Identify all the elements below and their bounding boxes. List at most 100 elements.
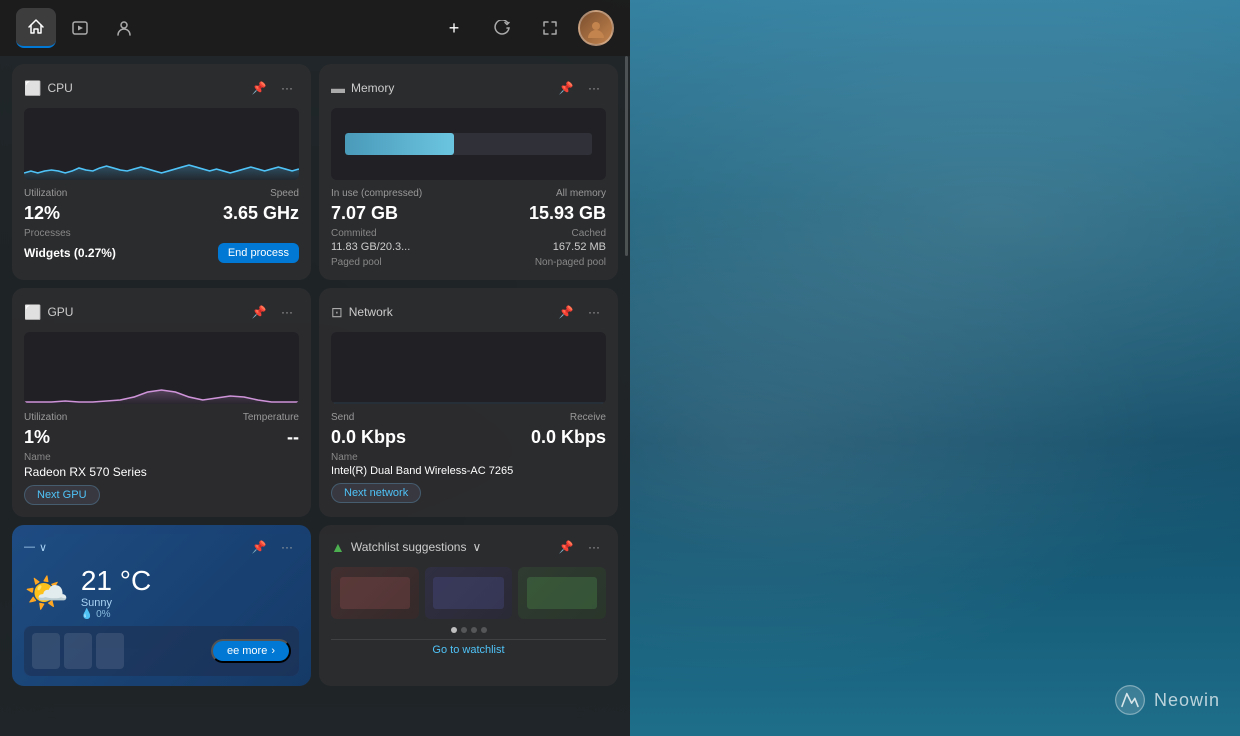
memory-pin-button[interactable]: 📌 <box>554 76 578 100</box>
memory-widget-header: ▬ Memory 📌 ··· <box>331 76 606 100</box>
forecast-item <box>32 633 60 669</box>
network-values-row: 0.0 Kbps 0.0 Kbps <box>331 427 606 448</box>
weather-more-button[interactable]: ··· <box>275 535 299 559</box>
next-network-button[interactable]: Next network <box>331 483 421 503</box>
memory-allmem-value: 15.93 GB <box>529 203 606 224</box>
forecast-item <box>64 633 92 669</box>
weather-header: — ∨ 📌 ··· <box>24 535 299 559</box>
neowin-logo-icon <box>1114 684 1146 716</box>
network-stats-labels: Send Receive <box>331 412 606 423</box>
stock-chart-2 <box>433 577 503 608</box>
weather-location-text: — <box>24 541 35 553</box>
memory-inuse-value: 7.07 GB <box>331 203 398 224</box>
stock-item-1[interactable] <box>331 567 419 619</box>
memory-icon: ▬ <box>331 80 345 96</box>
network-widget-actions: 📌 ··· <box>554 300 606 324</box>
memory-allmem-label: All memory <box>556 188 606 199</box>
neowin-text: Neowin <box>1154 690 1220 711</box>
nav-media-button[interactable] <box>60 8 100 48</box>
cpu-values-row: 12% 3.65 GHz <box>24 203 299 224</box>
nav-left <box>16 8 144 48</box>
memory-bar-fill <box>345 133 454 155</box>
memory-nonpaged-label: Non-paged pool <box>535 257 606 268</box>
forecast-item <box>96 633 124 669</box>
weather-precip-icon: 💧 <box>81 609 93 620</box>
cpu-title: CPU <box>47 81 72 95</box>
watchlist-chevron[interactable]: ∨ <box>472 540 481 554</box>
end-process-button[interactable]: End process <box>218 243 299 263</box>
weather-condition: Sunny <box>81 597 151 609</box>
neowin-watermark: Neowin <box>1114 684 1220 716</box>
pagination-dot-3[interactable] <box>471 627 477 633</box>
cpu-chart-svg <box>24 108 299 180</box>
pagination-dot-1[interactable] <box>451 627 457 633</box>
add-icon: + <box>449 18 460 39</box>
gpu-more-button[interactable]: ··· <box>275 300 299 324</box>
watchlist-icon: ▲ <box>331 539 345 555</box>
weather-main: 🌤️ 21 °C Sunny 💧 0% <box>24 565 299 620</box>
memory-title: Memory <box>351 81 394 95</box>
cpu-more-button[interactable]: ··· <box>275 76 299 100</box>
network-name-value: Intel(R) Dual Band Wireless-AC 7265 <box>331 465 606 477</box>
see-more-label: ee more <box>227 645 267 657</box>
watchlist-pin-button[interactable]: 📌 <box>554 535 578 559</box>
network-widget: ⊡ Network 📌 ··· Send Receive 0.0 Kbps <box>319 288 618 517</box>
cpu-processes-row: Processes <box>24 228 299 239</box>
gpu-pin-button[interactable]: 📌 <box>247 300 271 324</box>
refresh-button[interactable] <box>482 8 522 48</box>
watchlist-title-row: ▲ Watchlist suggestions ∨ <box>331 539 481 555</box>
weather-footer: ee more › <box>24 626 299 676</box>
expand-icon <box>542 20 558 36</box>
widgets-grid: ⬜ CPU 📌 ··· <box>0 56 630 736</box>
watchlist-more-button[interactable]: ··· <box>582 535 606 559</box>
cpu-chart <box>24 108 299 180</box>
gpu-temp-value: -- <box>287 427 299 448</box>
widgets-panel: + <box>0 0 630 736</box>
memory-bar-bg <box>345 133 593 155</box>
avatar-image <box>584 16 608 40</box>
weather-location: — ∨ <box>24 541 47 554</box>
memory-title-row: ▬ Memory <box>331 80 394 96</box>
memory-cached-label: Cached <box>572 228 606 239</box>
network-name-row: Name Intel(R) Dual Band Wireless-AC 7265 <box>331 452 606 477</box>
add-widget-button[interactable]: + <box>434 8 474 48</box>
watchlist-widget: ▲ Watchlist suggestions ∨ 📌 ··· <box>319 525 618 686</box>
gpu-stats-labels: Utilization Temperature <box>24 412 299 423</box>
person-icon <box>115 19 133 37</box>
memory-committed-values: 11.83 GB/20.3... 167.52 MB <box>331 241 606 253</box>
watchlist-title: Watchlist suggestions <box>351 540 467 554</box>
expand-button[interactable] <box>530 8 570 48</box>
cpu-processes-label: Processes <box>24 228 71 239</box>
pagination-dot-4[interactable] <box>481 627 487 633</box>
memory-committed-value: 11.83 GB/20.3... <box>331 241 410 253</box>
network-chart-svg <box>331 332 606 404</box>
watchlist-stocks <box>331 567 606 619</box>
memory-committed-row: Commited Cached <box>331 228 606 239</box>
weather-icon: 🌤️ <box>24 572 69 614</box>
weather-pin-button[interactable]: 📌 <box>247 535 271 559</box>
avatar[interactable] <box>578 10 614 46</box>
stock-item-2[interactable] <box>425 567 513 619</box>
cpu-stats-row: Utilization Speed <box>24 188 299 199</box>
memory-more-button[interactable]: ··· <box>582 76 606 100</box>
pagination-dot-2[interactable] <box>461 627 467 633</box>
see-more-button[interactable]: ee more › <box>211 639 291 663</box>
stock-chart-1 <box>340 577 410 608</box>
nav-person-button[interactable] <box>104 8 144 48</box>
go-to-watchlist-button[interactable]: Go to watchlist <box>331 639 606 660</box>
home-icon <box>27 18 45 36</box>
cpu-speed-label: Speed <box>270 188 299 199</box>
cpu-widget-header: ⬜ CPU 📌 ··· <box>24 76 299 100</box>
nav-home-button[interactable] <box>16 8 56 48</box>
cpu-pin-button[interactable]: 📌 <box>247 76 271 100</box>
gpu-values-row: 1% -- <box>24 427 299 448</box>
weather-location-dropdown[interactable]: — ∨ <box>24 541 47 554</box>
weather-widget-actions: 📌 ··· <box>247 535 299 559</box>
memory-stats-labels: In use (compressed) All memory <box>331 188 606 199</box>
network-more-button[interactable]: ··· <box>582 300 606 324</box>
next-gpu-button[interactable]: Next GPU <box>24 485 100 505</box>
network-pin-button[interactable]: 📌 <box>554 300 578 324</box>
memory-widget: ▬ Memory 📌 ··· In use (compressed) All m… <box>319 64 618 280</box>
stock-item-3[interactable] <box>518 567 606 619</box>
network-receive-value: 0.0 Kbps <box>531 427 606 448</box>
